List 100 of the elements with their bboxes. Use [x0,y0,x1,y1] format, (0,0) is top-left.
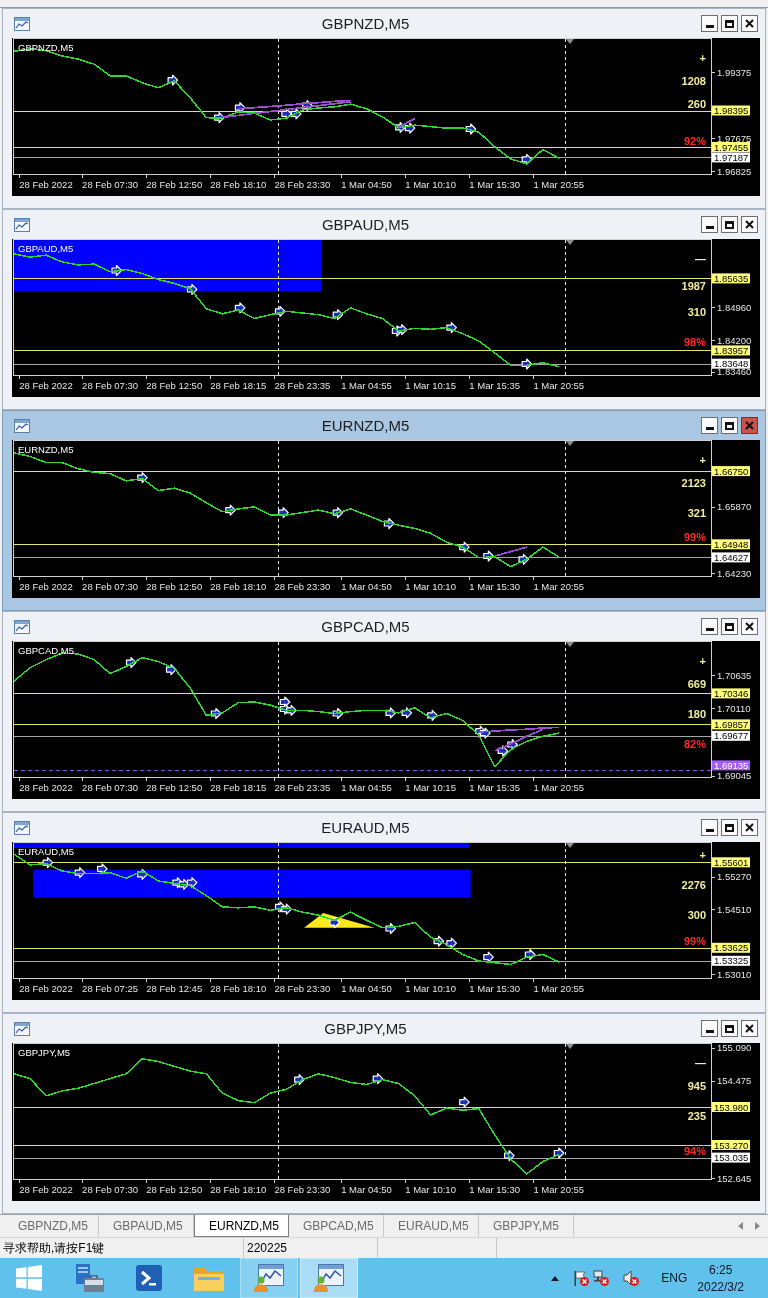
arrow-marker-icon [294,1074,305,1086]
tab[interactable]: EURNZD,M5 [194,1215,289,1237]
price-tag: 1.64627 [712,551,750,563]
speaker-icon[interactable] [623,1270,640,1286]
arrow-marker-icon [372,1073,384,1085]
indicator-label: 321 [687,507,706,519]
close-button[interactable] [741,216,758,233]
minimize-button[interactable] [701,1020,718,1037]
arrow-marker-icon [42,857,54,869]
maximize-button[interactable] [721,417,738,434]
chart-window-icon [14,15,30,32]
indicator-label: 669 [687,678,706,690]
price-axis-label: 1.55270 [717,871,752,883]
time-axis-label: 28 Feb 12:50 [146,178,203,190]
time-axis-label: 1 Mar 10:10 [405,982,456,994]
minimize-icon [705,427,714,430]
arrow-marker-icon [234,302,246,314]
time-axis-label: 1 Mar 10:15 [405,379,456,391]
window-title: EURAUD,M5 [321,819,410,836]
caret-up-icon[interactable] [551,1275,560,1281]
close-button[interactable] [741,819,758,836]
indicator-label: 82% [683,738,706,750]
arrow-marker-icon [385,922,397,935]
maximize-button[interactable] [721,216,738,233]
minimize-button[interactable] [701,15,718,32]
maximize-button[interactable] [721,618,738,635]
minimize-button[interactable] [701,819,718,836]
arrow-marker-icon [396,324,408,336]
command-prompt-icon [136,1265,162,1291]
time-axis-label: 28 Feb 18:10 [210,580,267,592]
indicator-label: — [695,253,706,265]
windows-logo-icon [16,1265,42,1291]
arrow-marker-icon [125,657,137,669]
minimize-button[interactable] [701,417,718,434]
time-axis-label: 28 Feb 2022 [19,982,73,994]
price-axis-label: 1.69045 [717,770,752,782]
time-axis-label: 1 Mar 04:55 [341,781,392,793]
close-button[interactable] [741,1020,758,1037]
indicator-label: 310 [687,306,706,318]
price-axis-label: 1.54510 [717,904,752,915]
arrow-marker-icon [137,472,148,484]
taskbar-button[interactable] [300,1258,358,1298]
time-axis-label: 1 Mar 15:35 [469,379,521,391]
price-tag: 1.69135 [712,759,750,771]
price-axis-label: 1.70635 [717,669,752,681]
shift-triangle-icon [566,843,574,848]
time-axis-label: 28 Feb 18:10 [210,982,267,994]
arrow-marker-icon [234,102,246,114]
price-axis-label: 155.090 [717,1043,752,1054]
trend-line [397,117,416,129]
status-text: 寻求帮助,请按F1键 [3,1239,105,1257]
maximize-button[interactable] [721,15,738,32]
chart-window-icon [14,417,30,434]
price-axis-label: 1.84200 [717,334,752,346]
indicator-label: 99% [683,531,706,543]
scroll-left-icon[interactable] [738,1222,743,1230]
chart-symbol-label: GBPNZD,M5 [18,41,74,53]
time-axis-label: 1 Mar 20:55 [533,1183,585,1195]
minimize-button[interactable] [701,618,718,635]
arrow-marker-icon [278,507,289,519]
shift-triangle-icon [566,441,574,446]
indicator-label: + [699,454,706,466]
arrow-marker-icon [446,322,457,334]
indicator-label: 945 [687,1080,706,1092]
time-axis-label: 28 Feb 23:30 [274,1183,331,1195]
maximize-button[interactable] [721,1020,738,1037]
time-axis-label: 1 Mar 15:30 [469,1183,521,1195]
taskbar-button[interactable] [240,1258,298,1298]
price-tag: 1.98395 [712,105,750,116]
window-title: GBPCAD,M5 [321,618,410,635]
time-axis-label: 28 Feb 07:30 [82,1183,139,1195]
time-axis-label: 1 Mar 20:55 [533,982,585,994]
close-button[interactable] [741,15,758,32]
time-axis-label: 28 Feb 07:30 [82,580,139,592]
time-axis-label: 28 Feb 23:30 [274,982,331,994]
arrow-marker-icon [167,74,179,86]
maximize-icon [725,823,734,832]
minimize-button[interactable] [701,216,718,233]
time-axis-label: 1 Mar 10:15 [405,781,456,793]
close-icon [745,19,754,28]
window-title: GBPJPY,M5 [324,1020,407,1037]
price-tag: 153.035 [712,1152,750,1164]
time-axis-label: 1 Mar 04:55 [341,379,392,391]
arrow-marker-icon [427,709,438,721]
chart-window-icon [314,1264,344,1292]
clock-time[interactable]: 6:25 [708,1262,733,1277]
minimize-icon [705,226,714,229]
arrow-marker-icon [521,358,533,370]
indicator-label: 300 [687,909,706,921]
maximize-button[interactable] [721,819,738,836]
network-icon[interactable] [593,1270,610,1286]
time-axis-label: 28 Feb 23:35 [274,781,331,793]
clock-date[interactable]: 2022/3/2 [697,1279,744,1294]
scroll-right-icon[interactable] [755,1222,760,1230]
close-button[interactable] [741,618,758,635]
flag-icon[interactable] [573,1270,590,1286]
arrow-marker-icon [332,507,344,519]
arrow-marker-icon [483,951,494,963]
maximize-icon [725,19,734,28]
language-indicator[interactable]: ENG [661,1271,688,1285]
